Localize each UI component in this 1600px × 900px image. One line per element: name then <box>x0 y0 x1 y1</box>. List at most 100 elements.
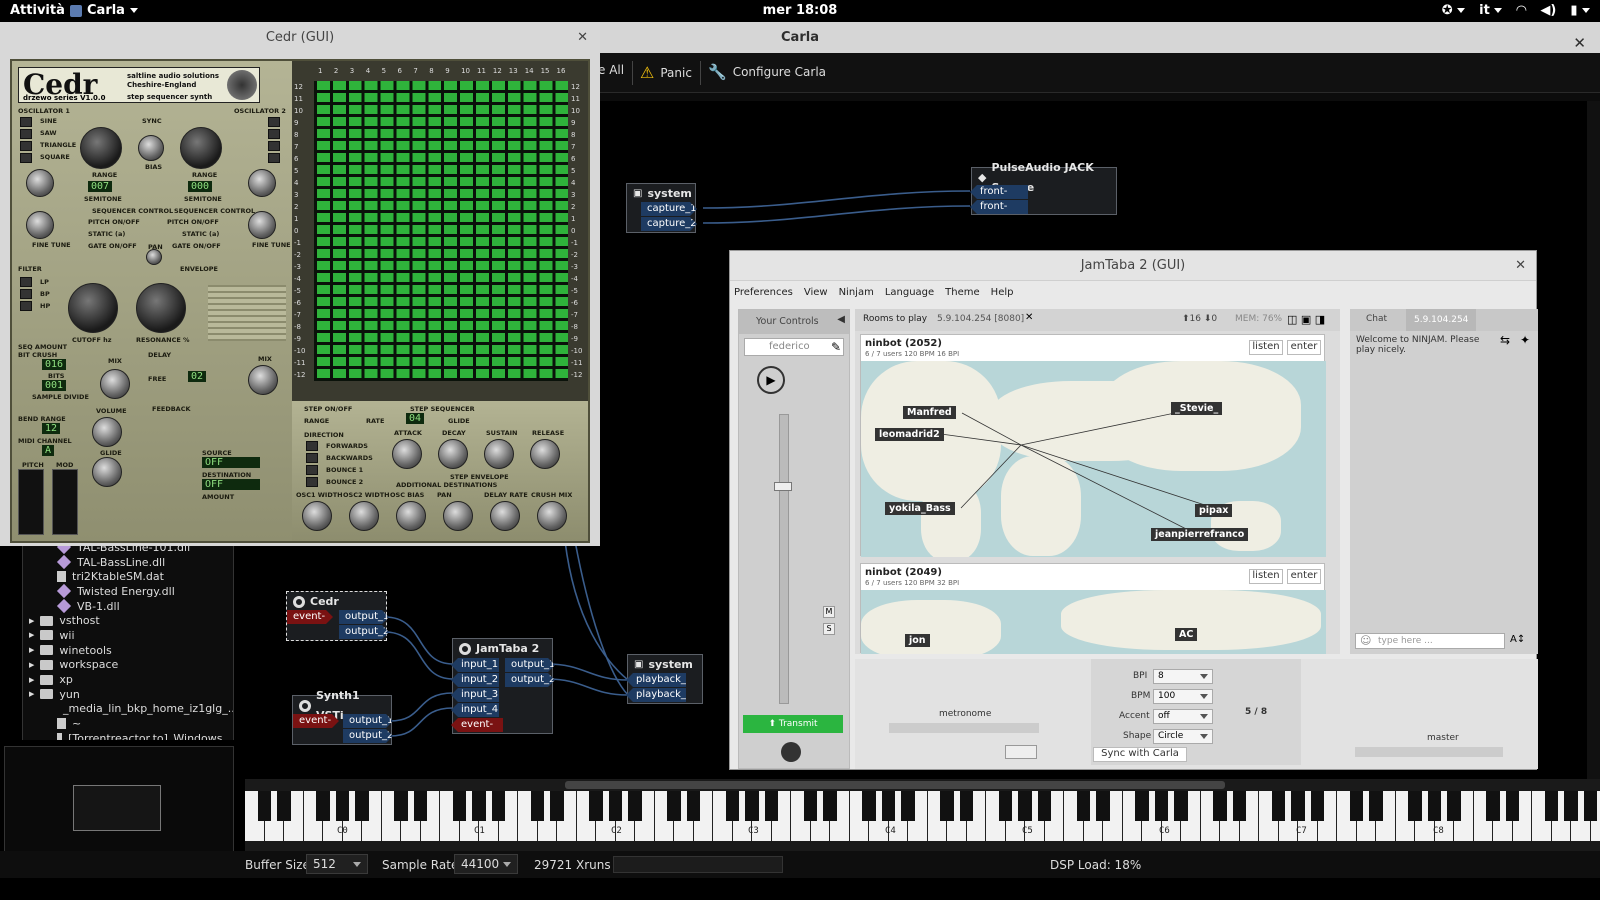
piano-black-key[interactable] <box>413 791 428 821</box>
piano-black-key[interactable] <box>628 791 642 821</box>
piano-black-key[interactable] <box>1018 791 1032 821</box>
port-front-left[interactable]: front-left <box>970 185 1028 199</box>
wave-sine-button[interactable] <box>20 117 32 127</box>
port-output-2[interactable]: output_2 <box>343 729 393 743</box>
attack-knob[interactable] <box>392 439 422 469</box>
piano-black-key[interactable] <box>550 791 564 821</box>
osc2-range-knob[interactable] <box>180 127 222 169</box>
osc1-range-knob[interactable] <box>80 127 122 169</box>
port-output-1[interactable]: output_1 <box>343 714 393 728</box>
layout-icon[interactable]: ◫ ▣ ◨ <box>1287 313 1325 326</box>
piano-black-key[interactable] <box>1544 791 1559 821</box>
file-item[interactable]: ~ <box>23 716 233 731</box>
glide-knob[interactable] <box>92 457 122 487</box>
pitch-wheel[interactable] <box>18 469 44 535</box>
broom-icon[interactable]: ✦ <box>1520 333 1530 347</box>
piano-keyboard[interactable]: C0 C1 C2 C3 C4 C5 C6 C7 C8 <box>245 791 1600 841</box>
wave-triangle-button[interactable] <box>20 141 32 151</box>
port-capture-2[interactable]: capture_2 <box>641 217 697 231</box>
piano-black-key[interactable] <box>1505 791 1520 821</box>
fine-tune-knob-2[interactable] <box>248 211 276 239</box>
direction-forwards-button[interactable] <box>306 441 318 451</box>
menu-ninjam[interactable]: Ninjam <box>839 287 874 305</box>
port-playback-1[interactable]: playback_1 <box>626 673 686 687</box>
keyboard-scrollbar[interactable] <box>245 841 1600 851</box>
remove-all-button[interactable]: e All <box>598 63 624 77</box>
sustain-knob[interactable] <box>484 439 514 469</box>
menu-view[interactable]: View <box>804 287 828 305</box>
destination-knob[interactable] <box>302 501 332 531</box>
piano-black-key[interactable] <box>530 791 545 821</box>
synth1-node[interactable]: Synth1 VSTi event-in output_1 output_2 <box>292 689 393 745</box>
canvas-horizontal-scrollbar[interactable] <box>245 779 1600 791</box>
tab-chat[interactable]: Chat <box>1366 314 1387 324</box>
piano-black-key[interactable] <box>1408 791 1422 821</box>
folder-item[interactable]: ▶ workspace <box>23 658 233 673</box>
piano-black-key[interactable] <box>1291 791 1305 821</box>
piano-black-key[interactable] <box>862 791 876 821</box>
cutoff-knob[interactable] <box>68 283 118 333</box>
username-field[interactable]: federico ✎ <box>744 338 844 356</box>
piano-black-key[interactable] <box>1213 791 1227 821</box>
wave-saw-button[interactable] <box>20 129 32 139</box>
piano-black-key[interactable] <box>1135 791 1149 821</box>
menu-help[interactable]: Help <box>991 287 1014 305</box>
destination-knob[interactable] <box>490 501 520 531</box>
destination-knob[interactable] <box>443 501 473 531</box>
piano-black-key[interactable] <box>803 791 818 821</box>
expand-arrow-icon[interactable]: ▶ <box>29 646 34 654</box>
port-output-2[interactable]: output_2 <box>505 673 555 687</box>
step-sequencer-grid[interactable] <box>314 81 568 381</box>
filter-hp-button[interactable] <box>20 301 32 311</box>
tab-server[interactable]: 5.9.104.254 [8080] <box>937 314 1024 324</box>
font-size-icon[interactable]: A↕ <box>1510 634 1525 645</box>
battery-icon[interactable]: ▮ <box>1570 3 1590 18</box>
volume-knob[interactable] <box>92 417 122 447</box>
piano-black-key[interactable] <box>1427 791 1442 821</box>
edit-icon[interactable]: ✎ <box>831 340 841 354</box>
port-capture-1[interactable]: capture_1 <box>641 202 697 216</box>
piano-black-key[interactable] <box>452 791 467 821</box>
direction-bounce2-button[interactable] <box>306 477 318 487</box>
piano-black-key[interactable] <box>1037 791 1052 821</box>
piano-black-key[interactable] <box>764 791 779 821</box>
piano-black-key[interactable] <box>589 791 603 821</box>
destination-knob[interactable] <box>537 501 567 531</box>
close-icon[interactable]: ✕ <box>577 22 588 53</box>
configure-carla-button[interactable]: 🔧 Configure Carla <box>708 63 826 81</box>
port-input-4[interactable]: input_4 <box>451 703 499 717</box>
activities-button[interactable]: Attività <box>10 3 65 18</box>
piano-black-key[interactable] <box>1154 791 1169 821</box>
file-item[interactable]: tri2KtableSM.dat <box>23 569 233 584</box>
piano-black-key[interactable] <box>1583 791 1598 821</box>
close-icon[interactable]: ✕ <box>1515 251 1526 281</box>
expand-arrow-icon[interactable]: ▶ <box>29 661 34 669</box>
language-indicator[interactable]: it <box>1479 3 1503 18</box>
osc2-wave-square-button[interactable] <box>268 153 280 163</box>
file-item[interactable]: [Torrentreactor.to]_Windows... <box>23 731 233 740</box>
input-fader[interactable] <box>779 414 789 704</box>
piano-black-key[interactable] <box>1271 791 1286 821</box>
folder-item[interactable]: ▶ winetools <box>23 643 233 658</box>
port-front-right[interactable]: front-right <box>970 200 1028 214</box>
mute-button[interactable]: M <box>823 606 835 618</box>
filter-lp-button[interactable] <box>20 277 32 287</box>
piano-black-key[interactable] <box>1096 791 1110 821</box>
piano-black-key[interactable] <box>1369 791 1383 821</box>
volume-icon[interactable]: ◀) <box>1540 3 1556 18</box>
expand-arrow-icon[interactable]: ▶ <box>29 690 34 698</box>
piano-black-key[interactable] <box>316 791 330 821</box>
minimap-viewport[interactable] <box>73 785 161 831</box>
pulseaudio-node[interactable]: ◆PulseAudio JACK Source front-left front… <box>970 161 1117 215</box>
bpi-select[interactable]: 8 <box>1153 669 1213 684</box>
file-item[interactable]: TAL-BassLine.dll <box>23 554 233 570</box>
tab-rooms-to-play[interactable]: Rooms to play <box>863 314 927 324</box>
menu-preferences[interactable]: Preferences <box>734 287 793 305</box>
direction-backwards-button[interactable] <box>306 453 318 463</box>
filter-bp-button[interactable] <box>20 289 32 299</box>
system-playback-node[interactable]: ▣ system playback_1 playback_2 <box>626 654 703 704</box>
piano-black-key[interactable] <box>1076 791 1091 821</box>
menu-language[interactable]: Language <box>885 287 934 305</box>
destination-knob[interactable] <box>396 501 426 531</box>
piano-black-key[interactable] <box>1310 791 1325 821</box>
